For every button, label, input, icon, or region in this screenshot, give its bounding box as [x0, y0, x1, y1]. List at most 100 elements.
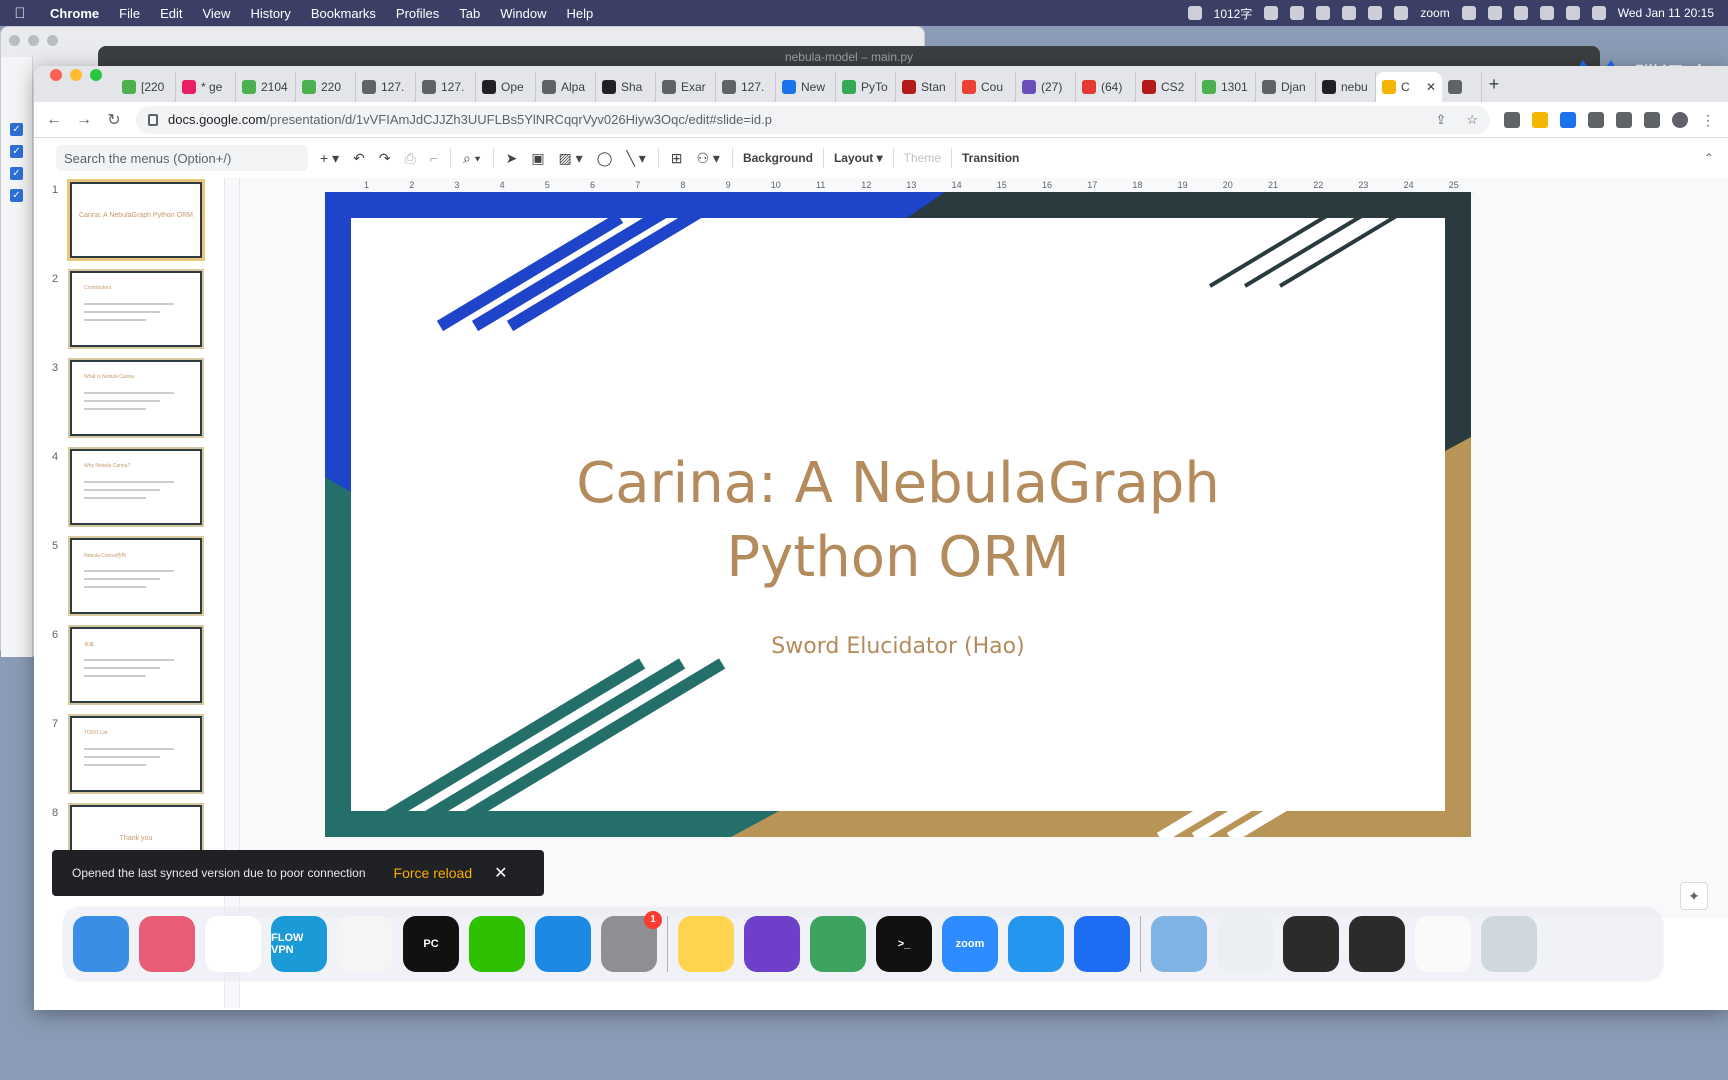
url-input[interactable]: docs.google.com/presentation/d/1vVFIAmJd…	[136, 105, 1490, 134]
wechat-status-icon[interactable]	[1461, 6, 1476, 20]
undo-icon[interactable]: ↶	[351, 150, 367, 167]
browser-tab[interactable]: Sha	[596, 72, 656, 102]
extensions-puzzle-icon[interactable]	[1588, 111, 1604, 128]
image-icon[interactable]: ▨ ▾	[557, 150, 585, 167]
baidu-status-icon[interactable]	[1342, 6, 1357, 20]
wifi-icon[interactable]	[1539, 6, 1554, 20]
filmstrip-slide-1[interactable]: 1 Carina: A NebulaGraph Python ORM	[34, 180, 234, 266]
browser-tab[interactable]: Stan	[896, 72, 956, 102]
globe-status-icon[interactable]	[1394, 6, 1409, 20]
layout-button[interactable]: Layout ▾	[834, 151, 883, 165]
clock[interactable]: Wed Jan 11 20:15	[1618, 6, 1714, 20]
apple-icon[interactable]: 	[0, 5, 40, 22]
browser-tab[interactable]: Djan	[1256, 72, 1316, 102]
checkbox-icon[interactable]: ✓	[10, 167, 23, 180]
close-tab-icon[interactable]: ✕	[1426, 80, 1436, 94]
dock-window-3-icon[interactable]	[1349, 916, 1405, 972]
close-window-icon[interactable]	[50, 69, 62, 81]
slide-thumbnail[interactable]: Contributors	[70, 271, 202, 347]
close-toast-icon[interactable]: ✕	[494, 863, 507, 883]
dock-safari-like-icon[interactable]	[810, 916, 866, 972]
menu-app-name[interactable]: Chrome	[40, 6, 109, 21]
share-icon[interactable]: ⇪	[1435, 112, 1446, 128]
menu-file[interactable]: File	[109, 6, 150, 21]
checkbox-icon[interactable]: ✓	[10, 123, 23, 136]
minimize-window-icon[interactable]	[70, 69, 82, 81]
slide-thumbnail[interactable]: 未来	[70, 627, 202, 703]
browser-tab[interactable]: CS2	[1136, 72, 1196, 102]
browser-tab[interactable]: PyTo	[836, 72, 896, 102]
collapse-toolbar-icon[interactable]: ⌃	[1704, 151, 1714, 165]
select-pointer-icon[interactable]: ➤	[504, 150, 520, 167]
line-icon[interactable]: ╲ ▾	[624, 150, 647, 167]
input-method-icon[interactable]	[1264, 6, 1279, 20]
browser-tab[interactable]: [220	[116, 72, 176, 102]
filmstrip-slide-7[interactable]: 7 TODO List	[34, 714, 234, 800]
battery-icon[interactable]	[1513, 6, 1528, 20]
zoom-status-label[interactable]: zoom	[1420, 6, 1449, 20]
tab-active-google-slides[interactable]: C ✕	[1376, 72, 1442, 102]
dock-finder-icon[interactable]	[73, 916, 129, 972]
browser-tab[interactable]: Alpa	[536, 72, 596, 102]
reload-icon[interactable]: ↻	[106, 110, 122, 130]
dock-launchpad-icon[interactable]	[139, 916, 195, 972]
dock-notes-icon[interactable]	[678, 916, 734, 972]
chrome-menu-icon[interactable]: ⋮	[1700, 112, 1716, 128]
browser-tab[interactable]: * ge	[176, 72, 236, 102]
control-center-icon[interactable]	[1591, 6, 1606, 20]
forward-icon[interactable]: →	[76, 111, 92, 129]
reading-list-icon[interactable]	[1616, 111, 1632, 128]
slide-subtitle[interactable]: Sword Elucidator (Hao)	[351, 634, 1445, 659]
dock-docker-icon[interactable]	[1008, 916, 1064, 972]
menu-profiles[interactable]: Profiles	[386, 6, 449, 21]
browser-tab[interactable]: nebu	[1316, 72, 1376, 102]
filmstrip-slide-6[interactable]: 6 未来	[34, 625, 234, 711]
back-icon[interactable]: ←	[46, 111, 62, 129]
dock-chrome-icon[interactable]	[205, 916, 261, 972]
record-status-icon[interactable]	[1487, 6, 1502, 20]
dock-terminal-icon[interactable]: >_	[876, 916, 932, 972]
word-count-status[interactable]: 1012字	[1214, 5, 1253, 22]
dock-pycharm-icon[interactable]: PC	[403, 916, 459, 972]
cloud-status-icon[interactable]	[1368, 6, 1383, 20]
profile-avatar[interactable]	[1672, 111, 1688, 128]
extension-qr-icon[interactable]	[1504, 111, 1520, 128]
checkbox-icon[interactable]: ✓	[10, 189, 23, 202]
speaker-notes-icon[interactable]: ⚇ ▾	[694, 150, 721, 167]
browser-tab[interactable]: 127.	[356, 72, 416, 102]
transition-button[interactable]: Transition	[962, 151, 1019, 165]
slide-thumbnail[interactable]: TODO List	[70, 716, 202, 792]
dock-appstore-icon[interactable]	[535, 916, 591, 972]
redo-icon[interactable]: ↷	[377, 150, 393, 167]
dock-window-1-icon[interactable]	[1217, 916, 1273, 972]
new-tab-button[interactable]: +	[1482, 74, 1506, 95]
browser-tab[interactable]: 127.	[716, 72, 776, 102]
slide-thumbnail[interactable]: What is Nebula Carina	[70, 360, 202, 436]
slide-thumbnail[interactable]: Nebula Carina结构	[70, 538, 202, 614]
dock-wechat-icon[interactable]	[469, 916, 525, 972]
text-box-icon[interactable]: ▣	[529, 150, 546, 167]
dock-downloads-icon[interactable]	[1151, 916, 1207, 972]
slide-thumbnail[interactable]: Why Nebula Carina?	[70, 449, 202, 525]
browser-tab[interactable]: (27)	[1016, 72, 1076, 102]
dock-window-2-icon[interactable]	[1283, 916, 1339, 972]
checkbox-icon[interactable]: ✓	[10, 145, 23, 158]
print-icon[interactable]: ⎙	[403, 150, 418, 167]
filmstrip-slide-3[interactable]: 3 What is Nebula Carina	[34, 358, 234, 444]
dock-zoom-icon[interactable]: zoom	[942, 916, 998, 972]
menu-history[interactable]: History	[240, 6, 300, 21]
browser-tab[interactable]: Cou	[956, 72, 1016, 102]
tencent-status-icon[interactable]	[1187, 6, 1202, 20]
filmstrip-slide-5[interactable]: 5 Nebula Carina结构	[34, 536, 234, 622]
menu-edit[interactable]: Edit	[150, 6, 192, 21]
browser-tab[interactable]: Ope	[476, 72, 536, 102]
zoom-icon[interactable]: ⌕ ▾	[461, 150, 483, 167]
slide-thumbnail[interactable]: Carina: A NebulaGraph Python ORM	[70, 182, 202, 258]
notes-status-icon[interactable]	[1316, 6, 1331, 20]
menu-search-input[interactable]: Search the menus (Option+/)	[56, 145, 308, 171]
filmstrip-slide-4[interactable]: 4 Why Nebula Carina?	[34, 447, 234, 533]
search-icon[interactable]	[1565, 6, 1580, 20]
fullscreen-window-icon[interactable]	[90, 69, 102, 81]
comment-icon[interactable]: ⊞	[669, 150, 685, 167]
theme-button[interactable]: Theme	[904, 151, 941, 165]
